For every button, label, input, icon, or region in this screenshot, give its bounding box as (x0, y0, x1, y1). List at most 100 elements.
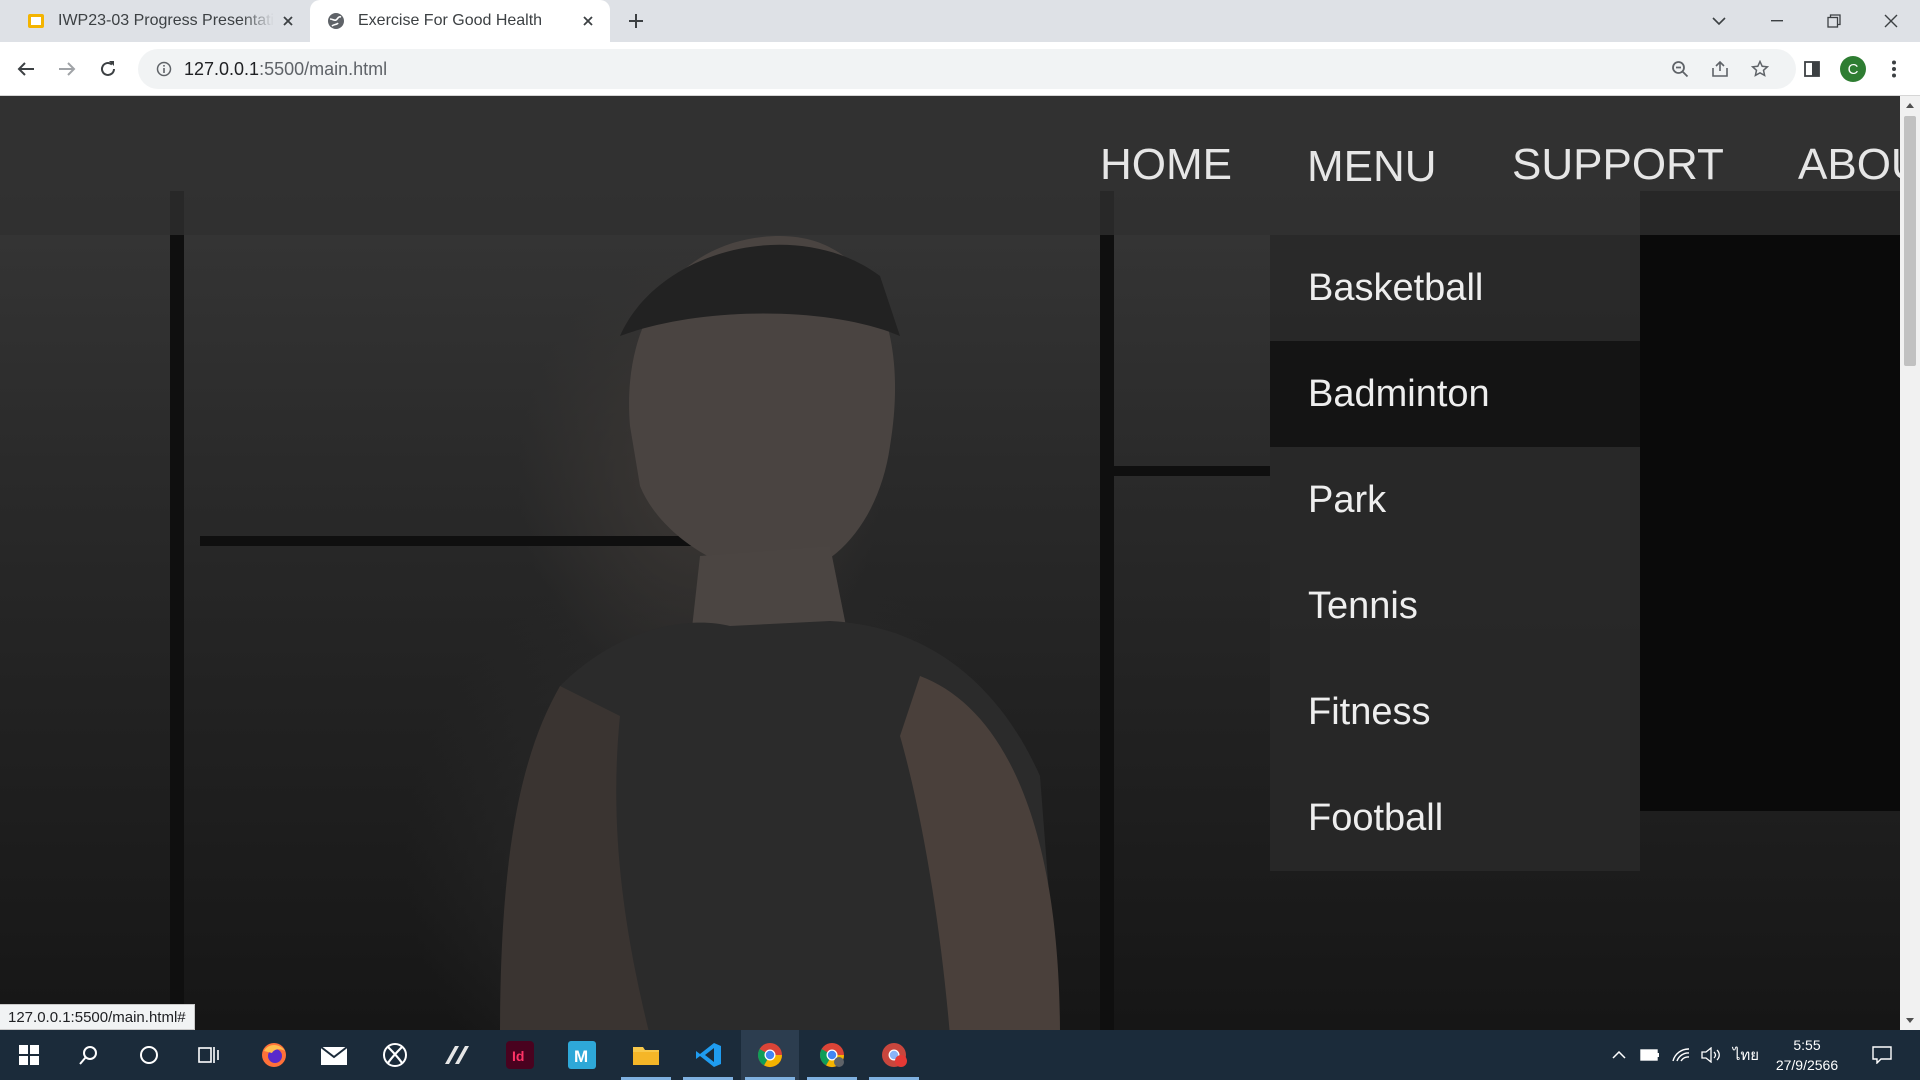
window-frame (1100, 191, 1114, 1030)
indesign-icon: Id (506, 1041, 534, 1069)
close-tab-icon[interactable] (574, 7, 602, 35)
nav-about-link[interactable]: ABOU (1798, 140, 1900, 190)
chrome-canary-button[interactable] (865, 1030, 923, 1080)
svg-text:Id: Id (512, 1048, 524, 1064)
indesign-button[interactable]: Id (491, 1030, 549, 1080)
forward-button[interactable] (51, 53, 83, 85)
tab-exercise-for-good-health[interactable]: Exercise For Good Health (310, 0, 610, 42)
page-scrollbar[interactable] (1900, 96, 1920, 1030)
tab-search-button[interactable] (1690, 0, 1748, 42)
arrow-left-icon (17, 62, 34, 76)
zoom-icon[interactable] (1664, 53, 1696, 85)
chrome-icon (819, 1043, 844, 1068)
dropdown-item-badminton[interactable]: Badminton (1270, 341, 1640, 447)
search-icon (79, 1046, 97, 1065)
nav-home-link[interactable]: HOME (1100, 140, 1232, 190)
menu-dropdown: Basketball Badminton Park Tennis Fitness… (1270, 235, 1640, 871)
window-frame (1640, 191, 1900, 811)
new-tab-button[interactable] (622, 7, 650, 35)
arrow-right-icon (59, 62, 76, 76)
tab-strip: IWP23-03 Progress Presentation Exercise … (0, 0, 1920, 42)
battery-icon[interactable] (1636, 1030, 1664, 1080)
globe-icon (328, 13, 344, 29)
tab-iwp23-presentation[interactable]: IWP23-03 Progress Presentation (12, 0, 310, 42)
dropdown-item-tennis[interactable]: Tennis (1270, 553, 1640, 659)
mail-button[interactable] (305, 1030, 363, 1080)
firefox-button[interactable] (245, 1030, 303, 1080)
mail-icon (320, 1046, 348, 1065)
nav-menu-link[interactable]: MENU (1307, 142, 1437, 192)
cortana-button[interactable] (120, 1030, 178, 1080)
reload-icon (101, 61, 115, 76)
folder-icon (633, 1047, 659, 1065)
chrome-profile-button[interactable] (803, 1030, 861, 1080)
profile-button[interactable]: C (1837, 53, 1869, 85)
chrome-button[interactable] (741, 1030, 799, 1080)
side-panel-icon (1804, 61, 1820, 77)
link-status-bubble: 127.0.0.1:5500/main.html# (0, 1004, 195, 1030)
wifi-icon[interactable] (1667, 1030, 1695, 1080)
share-icon[interactable] (1704, 53, 1736, 85)
chevron-down-icon (1712, 17, 1726, 26)
man-in-tank-top-photo (500, 236, 1060, 1030)
scroll-thumb[interactable] (1904, 116, 1916, 366)
star-icon[interactable] (1744, 53, 1776, 85)
nav-support-link[interactable]: SUPPORT (1512, 140, 1724, 190)
clock-date: 27/9/2566 (1775, 1057, 1839, 1073)
show-hidden-icons-button[interactable] (1606, 1030, 1632, 1080)
slides-icon (28, 14, 44, 28)
site-header: HOME MENU SUPPORT ABOU (0, 96, 1900, 235)
input-language[interactable]: ไทย (1728, 1030, 1764, 1080)
browser-toolbar: 127.0.0.1:5500/main.html C (0, 42, 1920, 96)
autodesk-button[interactable] (428, 1030, 486, 1080)
url-host: 127.0.0.1 (184, 58, 260, 79)
chevron-up-icon (1612, 1051, 1626, 1059)
restore-button[interactable] (1805, 0, 1863, 42)
more-vertical-icon (1892, 60, 1896, 78)
browser-menu-button[interactable] (1878, 53, 1910, 85)
tab-title: IWP23-03 Progress Presentation (58, 12, 274, 29)
scroll-up-icon[interactable] (1900, 96, 1920, 114)
close-icon (1884, 14, 1898, 28)
info-icon[interactable] (144, 49, 184, 89)
xbox-button[interactable] (366, 1030, 424, 1080)
volume-icon[interactable] (1697, 1030, 1725, 1080)
dropdown-item-park[interactable]: Park (1270, 447, 1640, 553)
task-view-icon (198, 1047, 219, 1063)
minimize-button[interactable] (1748, 0, 1806, 42)
task-view-button[interactable] (180, 1030, 238, 1080)
windows-logo-icon (19, 1045, 39, 1065)
window-frame (170, 191, 184, 1030)
dropdown-item-basketball[interactable]: Basketball (1270, 235, 1640, 341)
notifications-button[interactable] (1862, 1030, 1902, 1080)
close-tab-icon[interactable] (274, 7, 302, 35)
memo-app-button[interactable]: M (553, 1030, 611, 1080)
cortana-icon (140, 1046, 158, 1064)
search-button[interactable] (60, 1030, 118, 1080)
vscode-icon (696, 1043, 721, 1067)
url-text: 127.0.0.1:5500/main.html (184, 59, 387, 80)
clock-time: 5:55 (1793, 1037, 1821, 1053)
windows-taskbar: Id M ไทย 5:55 27/9/2566 (0, 1030, 1920, 1080)
close-window-button[interactable] (1862, 0, 1920, 42)
xbox-icon (383, 1043, 407, 1067)
back-button[interactable] (10, 53, 42, 85)
vscode-button[interactable] (679, 1030, 737, 1080)
url-path: :5500/main.html (259, 58, 388, 79)
firefox-icon (262, 1043, 286, 1067)
page-viewport: HOME MENU SUPPORT ABOU Basketball Badmin… (0, 96, 1900, 1030)
dropdown-item-football[interactable]: Football (1270, 765, 1640, 871)
reload-button[interactable] (92, 53, 124, 85)
scroll-down-icon[interactable] (1900, 1012, 1920, 1030)
chrome-icon (757, 1043, 782, 1068)
address-bar[interactable]: 127.0.0.1:5500/main.html (138, 49, 1796, 89)
start-button[interactable] (0, 1030, 58, 1080)
file-explorer-button[interactable] (617, 1030, 675, 1080)
dropdown-item-fitness[interactable]: Fitness (1270, 659, 1640, 765)
taskbar-clock[interactable]: 5:55 27/9/2566 (1762, 1030, 1852, 1080)
chrome-canary-icon (882, 1043, 907, 1067)
avatar: C (1840, 56, 1866, 82)
side-panel-button[interactable] (1796, 53, 1828, 85)
restore-icon (1827, 14, 1841, 28)
svg-text:M: M (574, 1047, 588, 1066)
